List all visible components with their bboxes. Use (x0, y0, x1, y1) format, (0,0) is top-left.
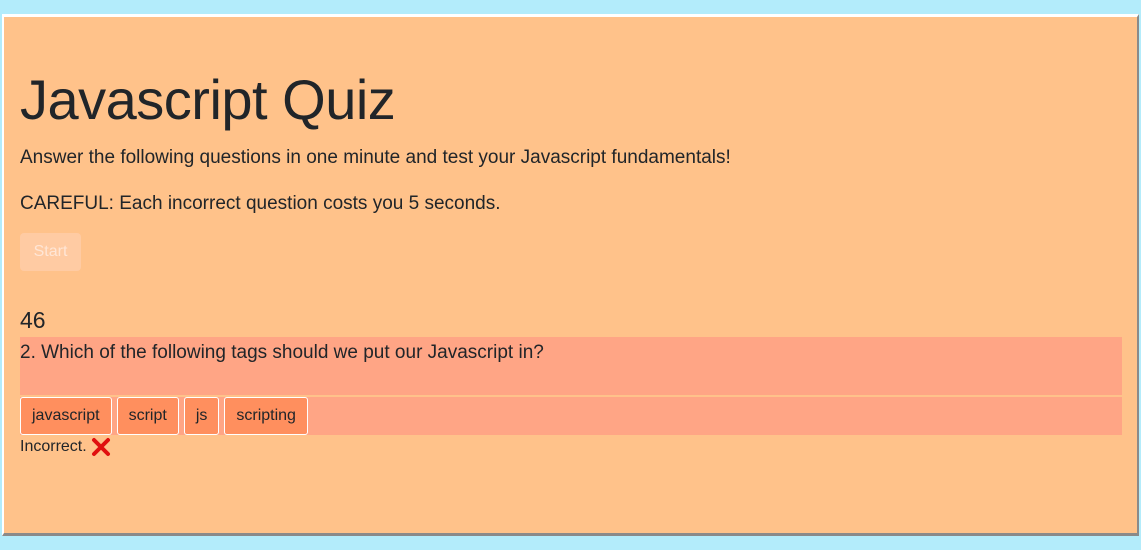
start-button[interactable]: Start (20, 233, 81, 271)
quiz-warning-text: CAREFUL: Each incorrect question costs y… (20, 193, 501, 214)
cross-mark-icon (91, 437, 111, 457)
choice-button-js[interactable]: js (183, 397, 220, 435)
quiz-intro-text: Answer the following questions in one mi… (20, 147, 731, 168)
timer-value: 46 (20, 307, 46, 333)
page-title: Javascript Quiz (20, 68, 396, 131)
question-text: 2. Which of the following tags should we… (20, 342, 544, 363)
feedback-text: Incorrect. (20, 438, 87, 455)
choice-button-scripting[interactable]: scripting (224, 397, 308, 435)
choice-button-script[interactable]: script (116, 397, 179, 435)
quiz-panel: Javascript Quiz Answer the following que… (2, 14, 1139, 536)
answer-choices: javascript script js scripting (20, 397, 1122, 435)
choice-button-javascript[interactable]: javascript (20, 397, 112, 435)
question-box: 2. Which of the following tags should we… (20, 337, 1122, 395)
answer-feedback: Incorrect. (20, 437, 111, 457)
